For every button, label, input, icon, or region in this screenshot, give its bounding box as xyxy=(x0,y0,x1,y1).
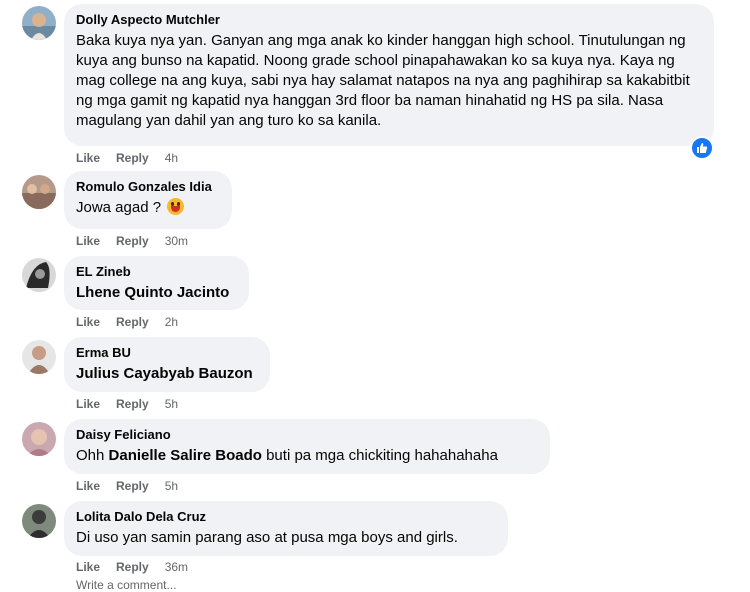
reply-button[interactable]: Reply xyxy=(116,560,149,574)
comment-bubble: Erma BU Julius Cayabyab Bauzon xyxy=(64,337,270,392)
avatar[interactable] xyxy=(22,504,56,538)
like-button[interactable]: Like xyxy=(76,315,100,329)
comment-author[interactable]: Dolly Aspecto Mutchler xyxy=(76,12,702,28)
reply-button[interactable]: Reply xyxy=(116,151,149,165)
comment-author[interactable]: Daisy Feliciano xyxy=(76,427,538,443)
comment-author[interactable]: Erma BU xyxy=(76,345,258,361)
comment-bubble: Daisy Feliciano Ohh Danielle Salire Boad… xyxy=(64,419,550,474)
mentioned-user[interactable]: Julius Cayabyab Bauzon xyxy=(76,365,253,382)
reply-button[interactable]: Reply xyxy=(116,234,149,248)
reply-button[interactable]: Reply xyxy=(116,479,149,493)
comment-bubble: EL Zineb Lhene Quinto Jacinto xyxy=(64,256,249,310)
like-button[interactable]: Like xyxy=(76,560,100,574)
avatar[interactable] xyxy=(22,258,56,292)
comment-actions: Like Reply 30m xyxy=(76,233,188,249)
comment-author[interactable]: Lolita Dalo Dela Cruz xyxy=(76,509,496,525)
comment-actions: Like Reply 2h xyxy=(76,314,178,330)
comment-text: Baka kuya nya yan. Ganyan ang mga anak k… xyxy=(76,32,690,129)
comment-actions: Like Reply 5h xyxy=(76,396,178,412)
mentioned-user[interactable]: Lhene Quinto Jacinto xyxy=(76,284,229,301)
avatar[interactable] xyxy=(22,340,56,374)
write-comment-input[interactable]: Write a comment... xyxy=(0,578,750,592)
comment-actions: Like Reply 36m xyxy=(76,559,188,575)
avatar[interactable] xyxy=(22,6,56,40)
comment-text: Julius Cayabyab Bauzon xyxy=(76,364,258,384)
comment-text: Lhene Quinto Jacinto xyxy=(76,283,237,303)
comment-text: Di uso yan samin parang aso at pusa mga … xyxy=(76,529,458,546)
reply-button[interactable]: Reply xyxy=(116,315,149,329)
comment-timestamp[interactable]: 30m xyxy=(165,234,188,248)
comment-timestamp[interactable]: 5h xyxy=(165,479,178,493)
comment-actions: Like Reply 4h xyxy=(76,150,178,166)
avatar[interactable] xyxy=(22,422,56,456)
thumbs-up-icon[interactable] xyxy=(690,136,714,160)
comment-author[interactable]: Romulo Gonzales Idia xyxy=(76,179,220,195)
comment-timestamp[interactable]: 5h xyxy=(165,397,178,411)
laughing-emoji-icon xyxy=(167,198,185,215)
reply-button[interactable]: Reply xyxy=(116,397,149,411)
comment-timestamp[interactable]: 36m xyxy=(165,560,188,574)
comment-bubble: Romulo Gonzales Idia Jowa agad ? xyxy=(64,171,232,229)
like-button[interactable]: Like xyxy=(76,397,100,411)
comment-bubble: Dolly Aspecto Mutchler Baka kuya nya yan… xyxy=(64,4,714,146)
comment-text: Ohh Danielle Salire Boado buti pa mga ch… xyxy=(76,447,498,464)
mentioned-user[interactable]: Danielle Salire Boado xyxy=(109,447,262,464)
comment-bubble: Lolita Dalo Dela Cruz Di uso yan samin p… xyxy=(64,501,508,556)
comment-text: Jowa agad ? xyxy=(76,198,220,218)
comment-timestamp[interactable]: 2h xyxy=(165,315,178,329)
comment-timestamp[interactable]: 4h xyxy=(165,151,178,165)
like-button[interactable]: Like xyxy=(76,234,100,248)
like-button[interactable]: Like xyxy=(76,151,100,165)
comment-actions: Like Reply 5h xyxy=(76,478,178,494)
comment-author[interactable]: EL Zineb xyxy=(76,264,237,280)
avatar[interactable] xyxy=(22,175,56,209)
like-button[interactable]: Like xyxy=(76,479,100,493)
